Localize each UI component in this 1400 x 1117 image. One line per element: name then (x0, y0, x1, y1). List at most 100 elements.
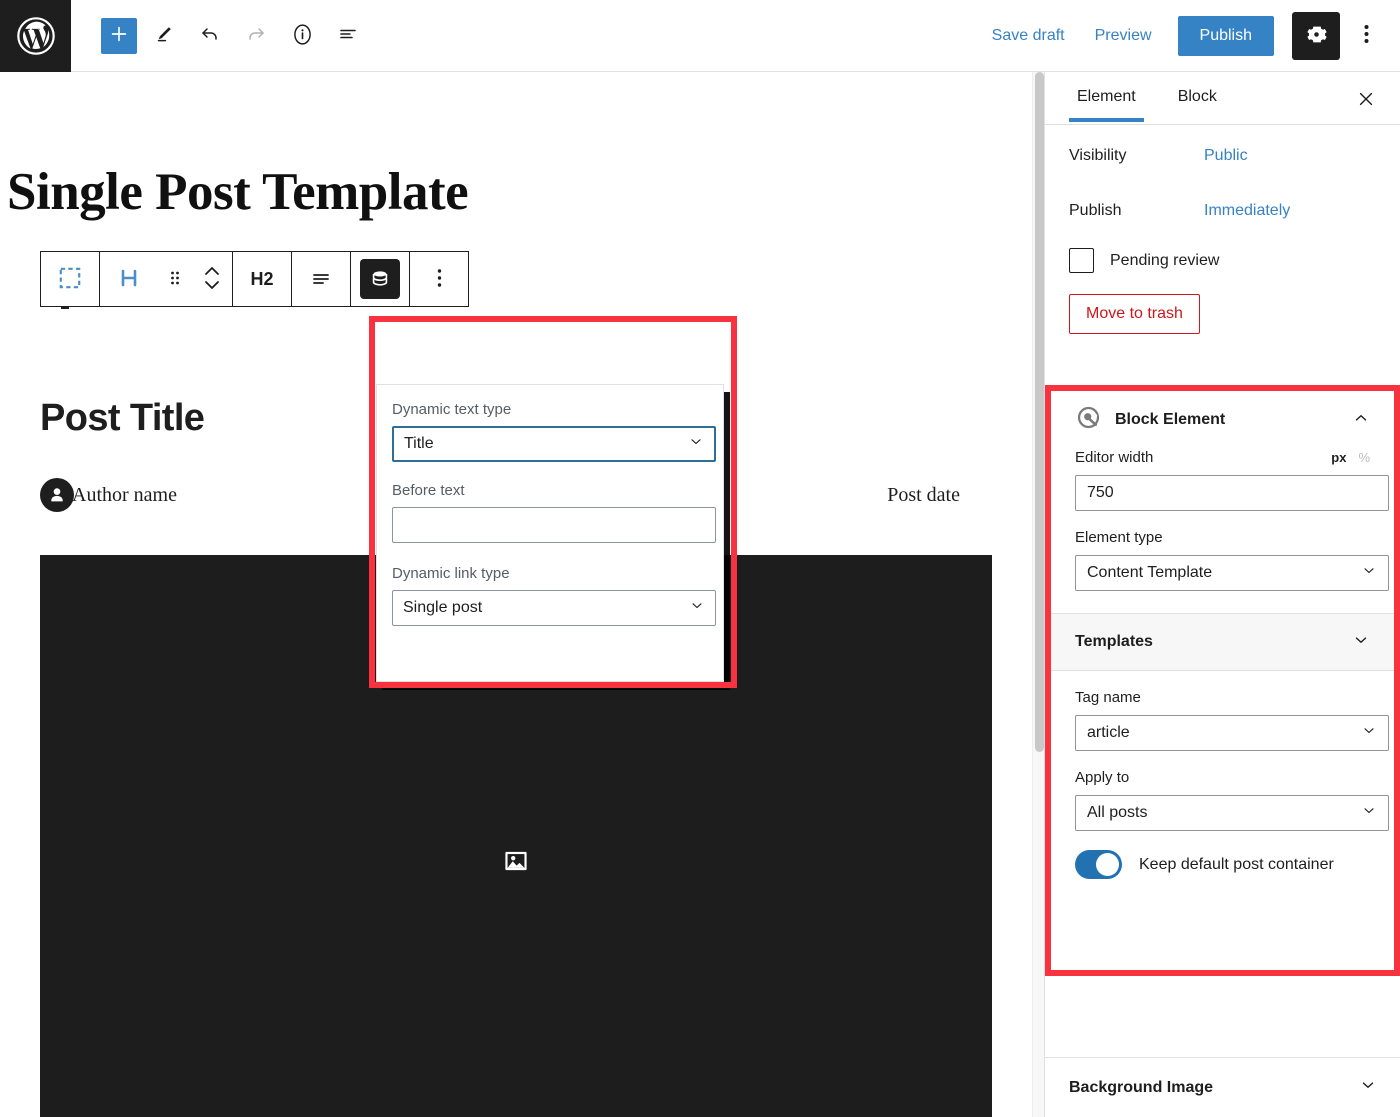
panel-templates[interactable]: Templates (1051, 613, 1394, 671)
toolbar-group-heading-level: H2 (232, 251, 292, 307)
edit-tools-button[interactable] (145, 17, 183, 55)
add-block-button[interactable] (101, 17, 137, 54)
dynamic-link-type-label: Dynamic link type (392, 565, 510, 582)
editor-width-input[interactable] (1075, 475, 1389, 511)
dynamic-link-type-value: Single post (403, 599, 483, 616)
chevron-down-icon (689, 598, 705, 619)
unit-percent-button[interactable]: % (1358, 450, 1370, 465)
document-details-button[interactable] (283, 17, 321, 55)
editor-scrollbar-thumb[interactable] (1035, 72, 1044, 752)
publish-label: Publish (1069, 201, 1122, 219)
editor-width-label-row: Editor width px % (1075, 449, 1370, 475)
tag-name-label: Tag name (1075, 689, 1141, 706)
block-toolbar: H2 (40, 251, 469, 307)
plus-icon (108, 23, 130, 48)
block-type-button[interactable] (100, 252, 158, 306)
apply-to-label: Apply to (1075, 769, 1130, 786)
block-element-header[interactable]: Block Element (1051, 391, 1394, 449)
chevron-down-icon (1361, 723, 1377, 744)
kebab-menu-icon (437, 268, 442, 291)
move-block-button[interactable] (192, 252, 232, 306)
pending-review-label: Pending review (1110, 251, 1220, 269)
post-date[interactable]: Post date (887, 484, 960, 507)
editor-top-bar: Save draft Preview Publish (0, 0, 1400, 72)
visibility-label: Visibility (1069, 146, 1127, 164)
tab-element[interactable]: Element (1069, 72, 1144, 122)
settings-button[interactable] (1292, 11, 1340, 60)
move-to-trash-button[interactable]: Move to trash (1069, 294, 1200, 334)
pending-review-checkbox[interactable] (1069, 248, 1094, 273)
post-title-block[interactable]: Post Title (40, 397, 205, 440)
dynamic-data-popover: Dynamic text type Title Before text Dyna… (376, 384, 724, 682)
dynamic-text-type-label: Dynamic text type (392, 401, 512, 418)
background-image-label: Background Image (1069, 1078, 1214, 1096)
drag-handle-icon (170, 269, 180, 290)
apply-to-select[interactable]: All posts (1075, 795, 1389, 831)
redo-button[interactable] (237, 17, 275, 55)
block-element-body: Editor width px % Element type Content T… (1051, 449, 1394, 591)
document-title[interactable]: Single Post Template (7, 162, 469, 222)
toggle-knob (1096, 853, 1119, 876)
dynamic-text-type-value: Title (404, 435, 434, 452)
select-parent-icon (57, 265, 83, 294)
element-type-select[interactable]: Content Template (1075, 555, 1389, 591)
chevron-down-icon (1359, 1076, 1377, 1099)
save-draft-button[interactable]: Save draft (980, 19, 1077, 53)
before-text-label: Before text (392, 482, 465, 499)
image-placeholder-icon (503, 848, 529, 879)
select-parent-button[interactable] (41, 252, 99, 306)
text-align-button[interactable] (292, 252, 350, 306)
toolbar-group-block (99, 251, 233, 307)
author-name[interactable]: Author name (72, 484, 177, 507)
chevron-down-icon (688, 434, 704, 455)
visibility-value-button[interactable]: Public (1204, 147, 1376, 165)
wordpress-logo-icon (16, 16, 56, 56)
kebab-menu-icon (1364, 23, 1369, 48)
heading-level-button[interactable]: H2 (233, 252, 291, 306)
tab-block[interactable]: Block (1170, 72, 1225, 121)
chevron-down-icon (1352, 631, 1370, 654)
chevron-down-icon (1361, 563, 1377, 584)
dynamic-link-type-select[interactable]: Single post (392, 590, 716, 626)
element-type-value: Content Template (1087, 564, 1213, 581)
dynamic-text-type-select[interactable]: Title (392, 426, 716, 462)
block-element-title: Block Element (1115, 411, 1226, 428)
keep-default-post-container-toggle[interactable] (1075, 850, 1122, 879)
undo-button[interactable] (191, 17, 229, 55)
toolbar-group-dynamic (350, 251, 469, 307)
visibility-row: Visibility Public (1045, 135, 1400, 176)
toolbar-group-select-parent (40, 251, 100, 307)
editor-scrollbar-track[interactable] (1032, 72, 1044, 1117)
wordpress-logo-button[interactable] (0, 0, 71, 72)
editor-canvas: Single Post Template H2 Post Title Autho… (0, 72, 1032, 1117)
apply-to-value: All posts (1087, 804, 1148, 821)
block-element-icon (1075, 404, 1102, 436)
panel-background-image[interactable]: Background Image (1045, 1057, 1400, 1117)
sidebar-tabs: Element Block (1045, 72, 1400, 125)
database-stack-icon (360, 259, 400, 299)
block-more-options-button[interactable] (410, 252, 468, 306)
gear-icon (1304, 22, 1329, 50)
heading-h-icon (117, 266, 141, 293)
dynamic-data-button[interactable] (351, 252, 409, 306)
before-text-input[interactable] (392, 507, 716, 543)
sidebar-bottom-panels: Background Image Page Attributes (1045, 1057, 1400, 1117)
keep-default-post-container-label: Keep default post container (1139, 855, 1334, 873)
element-type-label: Element type (1075, 529, 1163, 546)
publish-row: Publish Immediately (1045, 190, 1400, 231)
redo-arrow-icon (244, 22, 268, 49)
close-sidebar-button[interactable] (1348, 82, 1384, 118)
preview-button[interactable]: Preview (1083, 19, 1164, 53)
publish-button[interactable]: Publish (1177, 15, 1274, 56)
unit-px-button[interactable]: px (1331, 450, 1346, 465)
list-view-icon (336, 22, 360, 49)
drag-handle-button[interactable] (158, 252, 192, 306)
block-element-body-2: Tag name article Apply to All posts Keep… (1051, 671, 1394, 879)
more-options-button[interactable] (1346, 12, 1386, 60)
tag-name-select[interactable]: article (1075, 715, 1389, 751)
close-x-icon (1356, 89, 1376, 112)
publish-value-button[interactable]: Immediately (1204, 202, 1376, 220)
editor-width-label: Editor width (1075, 449, 1154, 466)
chevron-up-icon[interactable] (1352, 409, 1370, 432)
list-view-button[interactable] (329, 17, 367, 55)
